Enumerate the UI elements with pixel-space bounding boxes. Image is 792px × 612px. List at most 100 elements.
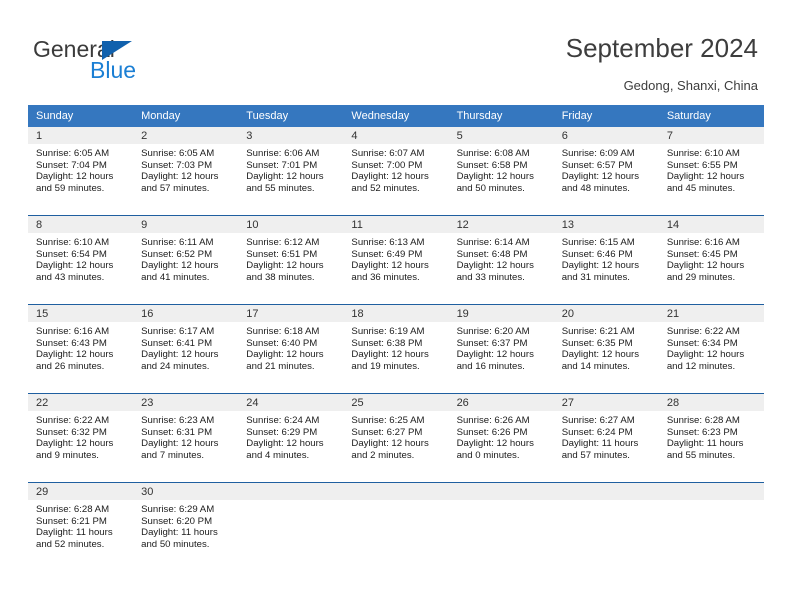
daylight-text-line2: and 38 minutes. [246, 271, 315, 283]
calendar-week-row: 8 Sunrise: 6:10 AM Sunset: 6:54 PM Dayli… [28, 215, 764, 305]
day-details: Sunrise: 6:05 AM Sunset: 7:03 PM Dayligh… [133, 144, 238, 194]
sunset-text: Sunset: 6:38 PM [351, 337, 423, 349]
day-details: Sunrise: 6:10 AM Sunset: 6:54 PM Dayligh… [28, 233, 133, 283]
calendar-day-cell[interactable]: 23 Sunrise: 6:23 AM Sunset: 6:31 PM Dayl… [133, 393, 239, 483]
weekday-header-wednesday: Wednesday [343, 105, 449, 127]
sunrise-text: Sunrise: 6:05 AM [141, 148, 215, 159]
calendar-day-cell[interactable]: 3 Sunrise: 6:06 AM Sunset: 7:01 PM Dayli… [238, 127, 344, 216]
weekday-header-tuesday: Tuesday [238, 105, 344, 127]
daylight-text-line2: and 55 minutes. [246, 182, 315, 194]
day-number: 9 [133, 216, 239, 233]
daylight-text-line1: Daylight: 12 hours [246, 260, 324, 272]
calendar-day-cell[interactable]: 2 Sunrise: 6:05 AM Sunset: 7:03 PM Dayli… [133, 127, 239, 216]
calendar-header-row: Sunday Monday Tuesday Wednesday Thursday… [28, 105, 764, 127]
calendar-day-cell[interactable]: 20 Sunrise: 6:21 AM Sunset: 6:35 PM Dayl… [553, 304, 659, 394]
calendar-day-cell[interactable]: 8 Sunrise: 6:10 AM Sunset: 6:54 PM Dayli… [28, 215, 134, 305]
day-number: 27 [553, 394, 659, 411]
calendar-day-cell[interactable]: 12 Sunrise: 6:14 AM Sunset: 6:48 PM Dayl… [448, 215, 554, 305]
calendar-day-cell[interactable]: 10 Sunrise: 6:12 AM Sunset: 6:51 PM Dayl… [238, 215, 344, 305]
calendar-day-cell[interactable]: 7 Sunrise: 6:10 AM Sunset: 6:55 PM Dayli… [658, 127, 764, 216]
calendar-day-cell[interactable]: 27 Sunrise: 6:27 AM Sunset: 6:24 PM Dayl… [553, 393, 659, 483]
daylight-text-line1: Daylight: 12 hours [36, 349, 114, 361]
daylight-text-line1: Daylight: 12 hours [351, 438, 429, 450]
day-details: Sunrise: 6:22 AM Sunset: 6:32 PM Dayligh… [28, 411, 133, 461]
day-number: 2 [133, 127, 239, 144]
calendar-day-cell[interactable]: 13 Sunrise: 6:15 AM Sunset: 6:46 PM Dayl… [553, 215, 659, 305]
calendar-day-cell[interactable]: 21 Sunrise: 6:22 AM Sunset: 6:34 PM Dayl… [658, 304, 764, 394]
daylight-text-line1: Daylight: 12 hours [141, 438, 219, 450]
calendar-day-cell[interactable]: 14 Sunrise: 6:16 AM Sunset: 6:45 PM Dayl… [658, 215, 764, 305]
day-details [343, 500, 448, 504]
calendar-day-cell-empty [238, 482, 344, 571]
calendar-day-cell[interactable]: 9 Sunrise: 6:11 AM Sunset: 6:52 PM Dayli… [133, 215, 239, 305]
calendar-day-cell[interactable]: 5 Sunrise: 6:08 AM Sunset: 6:58 PM Dayli… [448, 127, 554, 216]
calendar-day-cell[interactable]: 26 Sunrise: 6:26 AM Sunset: 6:26 PM Dayl… [448, 393, 554, 483]
sunset-text: Sunset: 6:32 PM [36, 426, 107, 438]
day-number: 17 [238, 305, 344, 322]
calendar-day-cell[interactable]: 15 Sunrise: 6:16 AM Sunset: 6:43 PM Dayl… [28, 304, 134, 394]
calendar-page: General Blue September 2024 Gedong, Shan… [0, 0, 792, 612]
sunset-text: Sunset: 7:04 PM [36, 159, 107, 171]
sunset-text: Sunset: 6:51 PM [246, 248, 318, 260]
sunrise-text: Sunrise: 6:20 AM [456, 326, 530, 337]
day-number: 14 [658, 216, 764, 233]
general-blue-logo[interactable]: General Blue [33, 36, 233, 84]
weekday-header-thursday: Thursday [448, 105, 554, 127]
calendar-day-cell[interactable]: 4 Sunrise: 6:07 AM Sunset: 7:00 PM Dayli… [343, 127, 449, 216]
daylight-text-line2: and 52 minutes. [351, 182, 420, 194]
day-number [238, 483, 344, 500]
daylight-text-line2: and 4 minutes. [246, 449, 310, 461]
sunset-text: Sunset: 6:40 PM [246, 337, 318, 349]
daylight-text-line2: and 14 minutes. [561, 360, 630, 372]
day-details: Sunrise: 6:15 AM Sunset: 6:46 PM Dayligh… [554, 233, 659, 283]
sunset-text: Sunset: 6:54 PM [36, 248, 107, 260]
day-details [449, 500, 554, 504]
day-number: 5 [448, 127, 554, 144]
calendar-day-cell[interactable]: 22 Sunrise: 6:22 AM Sunset: 6:32 PM Dayl… [28, 393, 134, 483]
daylight-text-line1: Daylight: 11 hours [666, 438, 744, 450]
day-number: 10 [238, 216, 344, 233]
calendar-day-cell[interactable]: 18 Sunrise: 6:19 AM Sunset: 6:38 PM Dayl… [343, 304, 449, 394]
daylight-text-line1: Daylight: 12 hours [246, 349, 324, 361]
calendar-day-cell[interactable]: 11 Sunrise: 6:13 AM Sunset: 6:49 PM Dayl… [343, 215, 449, 305]
daylight-text-line1: Daylight: 12 hours [351, 260, 429, 272]
sunset-text: Sunset: 6:48 PM [456, 248, 528, 260]
calendar-day-cell[interactable]: 25 Sunrise: 6:25 AM Sunset: 6:27 PM Dayl… [343, 393, 449, 483]
calendar-day-cell[interactable]: 29 Sunrise: 6:28 AM Sunset: 6:21 PM Dayl… [28, 482, 134, 571]
calendar-day-cell[interactable]: 6 Sunrise: 6:09 AM Sunset: 6:57 PM Dayli… [553, 127, 659, 216]
daylight-text-line1: Daylight: 12 hours [246, 438, 324, 450]
daylight-text-line1: Daylight: 12 hours [36, 438, 114, 450]
calendar-day-cell[interactable]: 30 Sunrise: 6:29 AM Sunset: 6:20 PM Dayl… [133, 482, 239, 571]
calendar-day-cell[interactable]: 16 Sunrise: 6:17 AM Sunset: 6:41 PM Dayl… [133, 304, 239, 394]
daylight-text-line2: and 36 minutes. [351, 271, 420, 283]
daylight-text-line2: and 9 minutes. [36, 449, 99, 461]
daylight-text-line1: Daylight: 12 hours [666, 171, 745, 183]
calendar-day-cell-empty [448, 482, 554, 571]
sunset-text: Sunset: 6:21 PM [36, 515, 107, 527]
calendar-day-cell[interactable]: 17 Sunrise: 6:18 AM Sunset: 6:40 PM Dayl… [238, 304, 344, 394]
day-number: 12 [448, 216, 554, 233]
day-details: Sunrise: 6:28 AM Sunset: 6:21 PM Dayligh… [28, 500, 133, 550]
day-details: Sunrise: 6:19 AM Sunset: 6:38 PM Dayligh… [343, 322, 448, 372]
daylight-text-line2: and 0 minutes. [456, 449, 520, 461]
sunset-text: Sunset: 6:49 PM [351, 248, 423, 260]
daylight-text-line1: Daylight: 12 hours [456, 438, 534, 450]
sunset-text: Sunset: 6:52 PM [141, 248, 213, 260]
sunrise-text: Sunrise: 6:10 AM [36, 237, 110, 248]
calendar-day-cell-empty [553, 482, 659, 571]
day-number [553, 483, 659, 500]
daylight-text-line2: and 16 minutes. [456, 360, 525, 372]
calendar-day-cell[interactable]: 19 Sunrise: 6:20 AM Sunset: 6:37 PM Dayl… [448, 304, 554, 394]
day-number [343, 483, 449, 500]
day-number: 29 [28, 483, 134, 500]
daylight-text-line2: and 43 minutes. [36, 271, 105, 283]
sunrise-text: Sunrise: 6:11 AM [141, 237, 214, 248]
daylight-text-line1: Daylight: 12 hours [141, 260, 219, 272]
day-number: 30 [133, 483, 239, 500]
day-details: Sunrise: 6:23 AM Sunset: 6:31 PM Dayligh… [133, 411, 238, 461]
calendar-day-cell[interactable]: 1 Sunrise: 6:05 AM Sunset: 7:04 PM Dayli… [28, 127, 134, 216]
sunrise-text: Sunrise: 6:18 AM [246, 326, 320, 337]
calendar-day-cell[interactable]: 24 Sunrise: 6:24 AM Sunset: 6:29 PM Dayl… [238, 393, 344, 483]
sunset-text: Sunset: 7:01 PM [246, 159, 318, 171]
calendar-day-cell[interactable]: 28 Sunrise: 6:28 AM Sunset: 6:23 PM Dayl… [658, 393, 764, 483]
